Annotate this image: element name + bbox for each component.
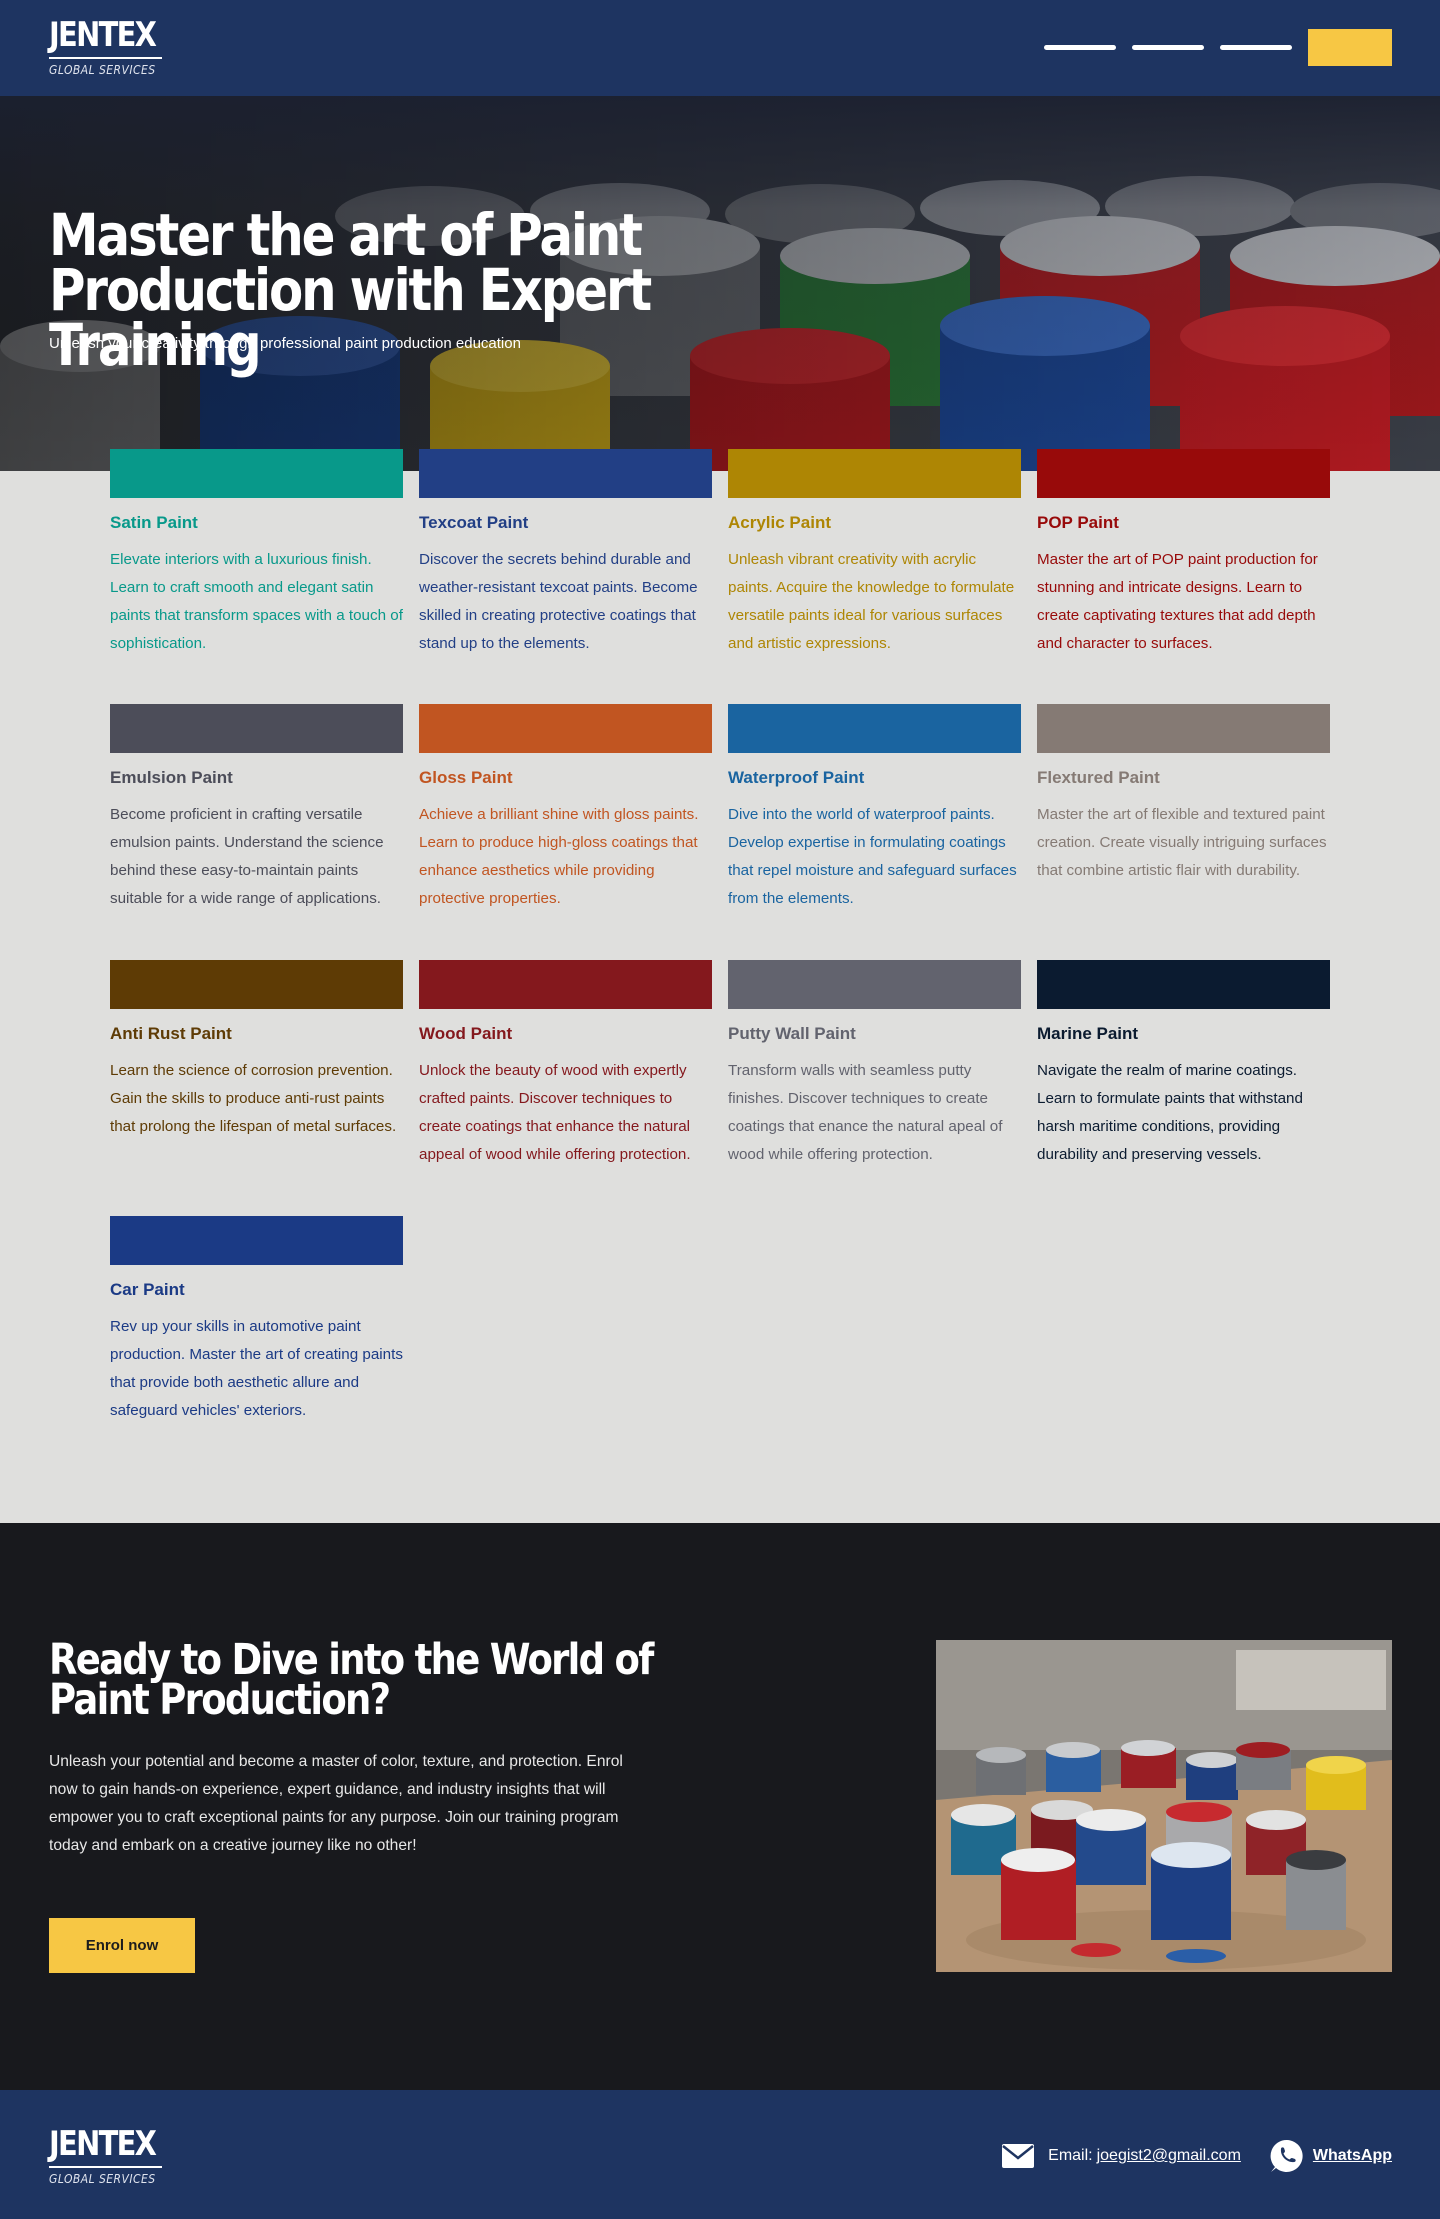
hero-section: Master the art of Paint Production with … — [0, 96, 1440, 471]
course-description: Transform walls with seamless putty fini… — [728, 1062, 1003, 1163]
course-title: Anti Rust Paint — [110, 1024, 232, 1043]
course-card-anti-rust[interactable]: Anti Rust Paint Learn the science of cor… — [110, 960, 403, 1141]
paint-cans-illustration — [936, 1640, 1392, 1972]
course-card-waterproof[interactable]: Waterproof Paint Dive into the world of … — [728, 704, 1021, 913]
course-color-swatch — [419, 960, 712, 1009]
course-title: Waterproof Paint — [728, 768, 865, 787]
course-title: Gloss Paint — [419, 768, 513, 787]
course-title: Car Paint — [110, 1280, 185, 1299]
whatsapp-icon[interactable] — [1269, 2138, 1305, 2174]
course-color-swatch — [728, 960, 1021, 1009]
course-description: Elevate interiors with a luxurious finis… — [110, 551, 403, 652]
course-description: Dive into the world of waterproof paints… — [728, 806, 1017, 907]
site-footer: JENTEX GLOBAL SERVICES Email: joegist2@g… — [0, 2090, 1440, 2219]
course-description: Navigate the realm of marine coatings. L… — [1037, 1062, 1303, 1163]
logo-underline — [49, 57, 162, 59]
course-description: Become proficient in crafting versatile … — [110, 806, 384, 907]
nav-item-3[interactable] — [1220, 45, 1292, 50]
course-description: Discover the secrets behind durable and … — [419, 551, 698, 652]
course-description: Master the art of flexible and textured … — [1037, 806, 1327, 879]
course-title: Acrylic Paint — [728, 513, 831, 532]
course-color-swatch — [1037, 704, 1330, 753]
course-title: Putty Wall Paint — [728, 1024, 856, 1043]
course-title: Satin Paint — [110, 513, 198, 532]
course-card-putty-wall[interactable]: Putty Wall Paint Transform walls with se… — [728, 960, 1021, 1169]
logo-tagline: GLOBAL SERVICES — [49, 2172, 156, 2186]
course-card-pop[interactable]: POP Paint Master the art of POP paint pr… — [1037, 449, 1330, 658]
course-color-swatch — [728, 449, 1021, 498]
course-color-swatch — [1037, 449, 1330, 498]
course-title: Texcoat Paint — [419, 513, 529, 532]
course-title: POP Paint — [1037, 513, 1119, 532]
course-description: Rev up your skills in automotive paint p… — [110, 1318, 403, 1419]
course-card-wood[interactable]: Wood Paint Unlock the beauty of wood wit… — [419, 960, 712, 1169]
cta-section: Ready to Dive into the World of Paint Pr… — [0, 1523, 1440, 2090]
header-cta-button[interactable] — [1308, 29, 1392, 66]
course-color-swatch — [110, 1216, 403, 1265]
course-description: Achieve a brilliant shine with gloss pai… — [419, 806, 699, 907]
footer-logo[interactable]: JENTEX GLOBAL SERVICES — [49, 2126, 169, 2186]
nav-item-2[interactable] — [1132, 45, 1204, 50]
course-card-car[interactable]: Car Paint Rev up your skills in automoti… — [110, 1216, 403, 1425]
enrol-now-button[interactable]: Enrol now — [49, 1918, 195, 1973]
cta-text: Unleash your potential and become a mast… — [49, 1753, 623, 1854]
site-header: JENTEX GLOBAL SERVICES — [0, 0, 1440, 96]
course-title: Emulsion Paint — [110, 768, 233, 787]
course-color-swatch — [1037, 960, 1330, 1009]
course-card-texcoat[interactable]: Texcoat Paint Discover the secrets behin… — [419, 449, 712, 658]
course-title: Marine Paint — [1037, 1024, 1139, 1043]
course-card-acrylic[interactable]: Acrylic Paint Unleash vibrant creativity… — [728, 449, 1021, 658]
nav-item-1[interactable] — [1044, 45, 1116, 50]
course-title: Flextured Paint — [1037, 768, 1160, 787]
course-description: Learn the science of corrosion preventio… — [110, 1062, 397, 1135]
course-color-swatch — [419, 449, 712, 498]
course-color-swatch — [110, 704, 403, 753]
course-card-flextured[interactable]: Flextured Paint Master the art of flexib… — [1037, 704, 1330, 885]
course-title: Wood Paint — [419, 1024, 513, 1043]
course-card-gloss[interactable]: Gloss Paint Achieve a brilliant shine wi… — [419, 704, 712, 913]
whatsapp-link[interactable]: WhatsApp — [1313, 2147, 1392, 2165]
course-description: Master the art of POP paint production f… — [1037, 551, 1318, 652]
logo-wordmark: JENTEX — [49, 2124, 157, 2164]
hero-subtitle: Unleash your creativity through professi… — [49, 335, 521, 352]
course-description: Unlock the beauty of wood with expertly … — [419, 1062, 691, 1163]
course-color-swatch — [419, 704, 712, 753]
logo-tagline: GLOBAL SERVICES — [49, 63, 156, 77]
course-description: Unleash vibrant creativity with acrylic … — [728, 551, 1015, 652]
course-color-swatch — [728, 704, 1021, 753]
course-color-swatch — [110, 960, 403, 1009]
logo-underline — [49, 2166, 162, 2168]
logo[interactable]: JENTEX GLOBAL SERVICES — [49, 17, 169, 77]
course-card-marine[interactable]: Marine Paint Navigate the realm of marin… — [1037, 960, 1330, 1169]
main-nav — [1044, 29, 1392, 66]
email-label: Email: — [1048, 2147, 1093, 2164]
paint-cans-image — [936, 1640, 1392, 1972]
email-link[interactable]: joegist2@gmail.com — [1097, 2147, 1241, 2165]
contact-info: Email: joegist2@gmail.com WhatsApp — [1002, 2138, 1392, 2174]
course-card-satin[interactable]: Satin Paint Elevate interiors with a lux… — [110, 449, 403, 658]
cta-title: Ready to Dive into the World of Paint Pr… — [49, 1635, 654, 1725]
course-color-swatch — [110, 449, 403, 498]
logo-wordmark: JENTEX — [49, 15, 157, 55]
course-card-emulsion[interactable]: Emulsion Paint Become proficient in craf… — [110, 704, 403, 913]
mail-icon — [1002, 2144, 1035, 2168]
